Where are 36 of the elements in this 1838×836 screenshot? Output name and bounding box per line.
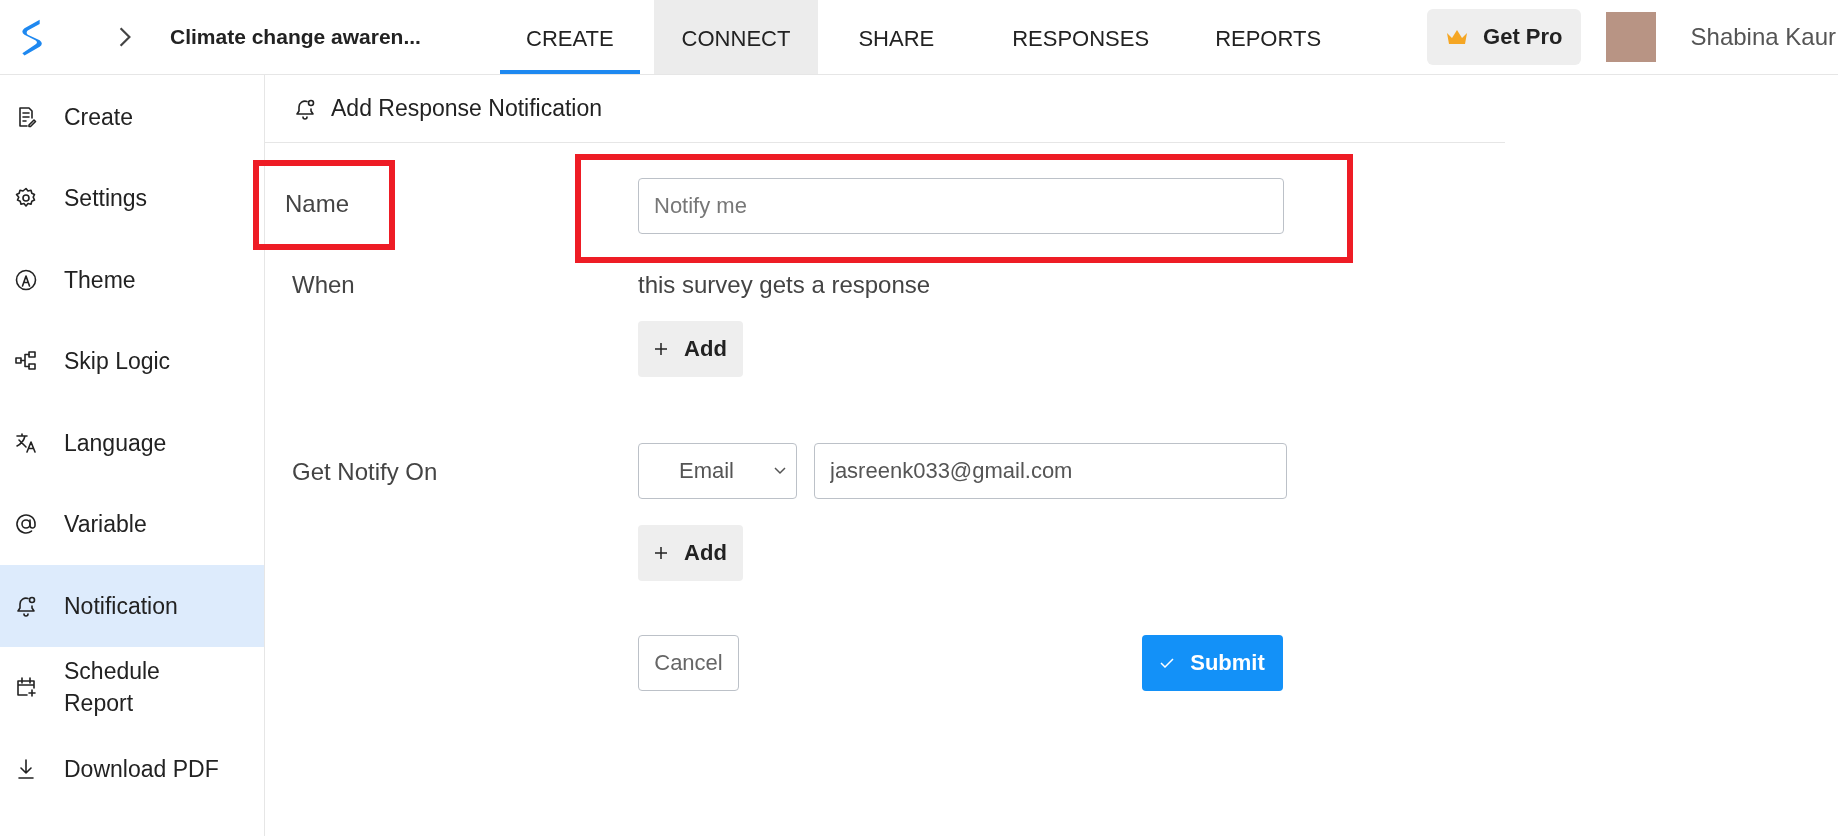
check-icon — [1160, 658, 1175, 668]
survey-title: Climate change awaren... — [170, 25, 422, 49]
calendar-icon — [14, 675, 38, 700]
field-label: Get Notify On — [292, 458, 438, 486]
chevron-right-icon[interactable] — [118, 26, 132, 48]
caret-icon — [774, 467, 786, 475]
field-label: When — [292, 271, 355, 299]
plus-icon — [654, 546, 669, 560]
channel-dropdown[interactable]: Email — [638, 443, 797, 499]
translate-icon — [14, 430, 38, 455]
nav-tab[interactable]: SHARE — [832, 0, 961, 74]
sidebar-item[interactable]: Download PDF — [0, 728, 264, 810]
user-name[interactable]: Shabina Kaur — [1690, 23, 1836, 51]
sidebar-item[interactable]: Variable — [0, 483, 264, 565]
field-label: Name — [253, 160, 396, 250]
crown-icon — [1445, 28, 1470, 46]
sidebar-item[interactable]: Notification — [0, 565, 264, 647]
add-button[interactable]: Add — [638, 525, 743, 581]
condition-text: this survey gets a response — [638, 271, 931, 299]
nav-tab[interactable]: RESPONSES — [986, 0, 1176, 74]
sidebar-item[interactable]: Schedule Report — [0, 646, 264, 728]
email-input-field[interactable]: jasreenk033@gmail.com — [814, 443, 1287, 499]
name-input-field[interactable]: Notify me — [638, 178, 1284, 234]
at-icon — [14, 512, 38, 537]
nav-tab[interactable]: CREATE — [500, 0, 640, 74]
sidebar-item[interactable]: Create — [0, 76, 264, 158]
plus-icon — [654, 342, 669, 356]
nav-tab[interactable]: REPORTS — [1189, 0, 1348, 74]
add-button[interactable]: Add — [638, 321, 743, 377]
sidebar-item[interactable]: Skip Logic — [0, 320, 264, 402]
circled-letter-icon — [14, 267, 38, 292]
sidebar-item[interactable]: Language — [0, 402, 264, 484]
get-pro-button[interactable]: Get Pro — [1427, 9, 1581, 65]
panel-title: Add Response Notification — [331, 95, 603, 122]
nav-tab[interactable]: CONNECT — [653, 0, 819, 74]
cancel-button[interactable]: Cancel — [638, 635, 739, 691]
